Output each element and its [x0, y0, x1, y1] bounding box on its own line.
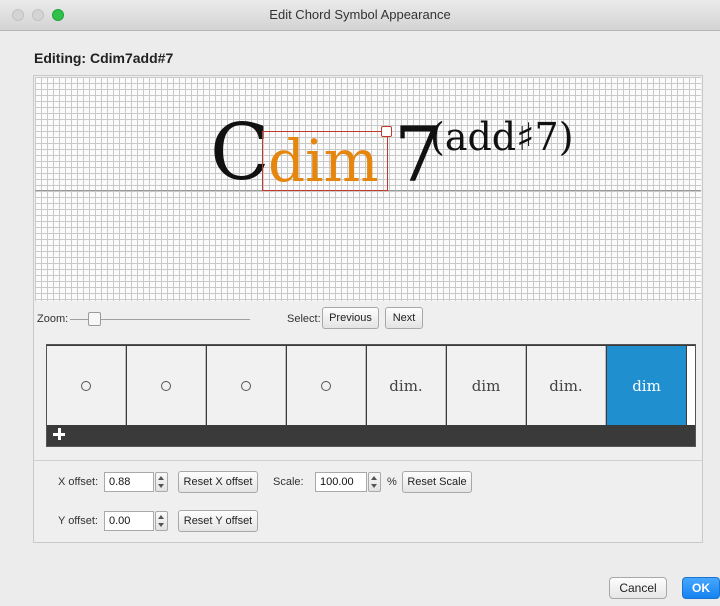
- scale-unit: %: [387, 476, 397, 488]
- y-offset-input[interactable]: 0.00: [104, 511, 154, 531]
- ok-button[interactable]: OK: [682, 577, 720, 599]
- chord-addition[interactable]: (add♯7): [430, 115, 574, 159]
- y-offset-stepper[interactable]: [155, 511, 168, 531]
- reset-scale-button[interactable]: Reset Scale: [402, 471, 472, 493]
- circle-icon: [81, 380, 91, 391]
- x-offset-stepper[interactable]: [155, 472, 168, 492]
- variant-2[interactable]: [127, 346, 206, 425]
- variant-1[interactable]: [47, 346, 126, 425]
- cancel-button[interactable]: Cancel: [609, 577, 667, 599]
- reset-x-offset-button[interactable]: Reset X offset: [178, 471, 258, 493]
- y-offset-label: Y offset:: [58, 515, 98, 527]
- variant-4[interactable]: [287, 346, 366, 425]
- variant-6[interactable]: dim: [447, 346, 526, 425]
- variant-label: dim.: [389, 376, 423, 395]
- variant-5[interactable]: dim.: [367, 346, 446, 425]
- scale-label: Scale:: [273, 476, 304, 488]
- editing-label: Editing: Cdim7add#7: [34, 50, 174, 66]
- circle-icon: [241, 380, 251, 391]
- circle-icon: [321, 380, 331, 391]
- window-title: Edit Chord Symbol Appearance: [269, 7, 451, 22]
- divider: [34, 460, 702, 461]
- variant-strip: dim. dim dim. dim: [46, 344, 696, 447]
- next-button[interactable]: Next: [385, 307, 423, 329]
- variant-8-selected[interactable]: dim: [607, 346, 686, 425]
- scale-input[interactable]: 100.00: [315, 472, 367, 492]
- variant-label: dim: [471, 376, 501, 395]
- variant-label: dim: [632, 376, 661, 395]
- variant-label: dim.: [549, 376, 583, 395]
- chord-canvas[interactable]: C dim 7 (add♯7): [35, 77, 701, 301]
- reset-y-offset-button[interactable]: Reset Y offset: [178, 510, 258, 532]
- zoom-label: Zoom:: [37, 313, 69, 325]
- circle-icon: [161, 380, 171, 391]
- variant-7[interactable]: dim.: [527, 346, 606, 425]
- add-variant-plus-icon[interactable]: [52, 427, 66, 441]
- title-bar: Edit Chord Symbol Appearance: [0, 0, 720, 31]
- previous-button[interactable]: Previous: [322, 307, 379, 329]
- dialog-window: Edit Chord Symbol Appearance Editing: Cd…: [0, 0, 720, 606]
- selection-box[interactable]: [262, 131, 388, 191]
- resize-handle[interactable]: [381, 126, 392, 137]
- x-offset-input[interactable]: 0.88: [104, 472, 154, 492]
- chord-root[interactable]: C: [210, 113, 270, 193]
- scale-stepper[interactable]: [368, 472, 381, 492]
- x-offset-label: X offset:: [58, 476, 99, 488]
- zoom-slider-thumb[interactable]: [88, 312, 101, 326]
- select-label: Select:: [287, 313, 321, 325]
- variant-3[interactable]: [207, 346, 286, 425]
- strip-scroll-area: [687, 346, 695, 425]
